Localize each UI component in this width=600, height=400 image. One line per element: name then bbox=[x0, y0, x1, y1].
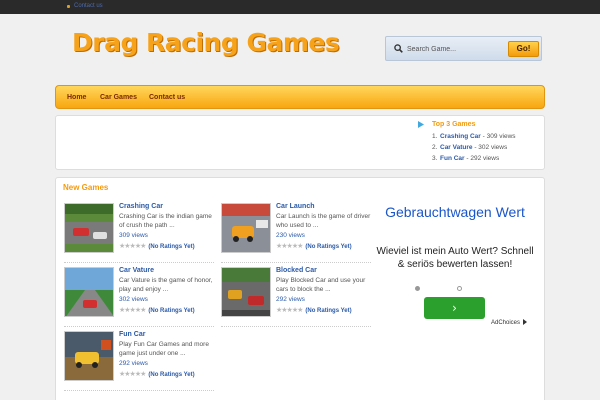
top3-views: - 292 views bbox=[464, 155, 500, 162]
game-rating: ★★★★★ (No Ratings Yet) bbox=[276, 242, 352, 250]
main-nav: Home Car Games Contact us bbox=[55, 85, 545, 109]
game-title-link[interactable]: Car Launch bbox=[276, 203, 315, 210]
game-rating: ★★★★★ (No Ratings Yet) bbox=[276, 306, 352, 314]
top3-views: - 302 views bbox=[472, 144, 508, 151]
game-card: Car Launch Car Launch is the game of dri… bbox=[221, 203, 371, 263]
search-box: Go! bbox=[385, 36, 542, 61]
nav-car-games[interactable]: Car Games bbox=[100, 94, 137, 101]
game-thumbnail[interactable] bbox=[221, 267, 271, 317]
rating-text: (No Ratings Yet) bbox=[305, 244, 352, 250]
rating-text: (No Ratings Yet) bbox=[148, 308, 195, 314]
game-title-link[interactable]: Crashing Car bbox=[119, 203, 163, 210]
adchoices-label: AdChoices bbox=[491, 320, 521, 326]
game-title-link[interactable]: Fun Car bbox=[119, 331, 145, 338]
game-views: 292 views bbox=[276, 296, 305, 303]
game-description: Play Fun Car Games and more game just un… bbox=[119, 341, 209, 357]
game-views: 292 views bbox=[119, 360, 148, 367]
carousel-dot[interactable] bbox=[457, 286, 462, 291]
ad-next-button[interactable]: › bbox=[424, 297, 485, 319]
ad-headline[interactable]: Gebrauchtwagen Wert bbox=[375, 204, 535, 221]
game-rating: ★★★★★ (No Ratings Yet) bbox=[119, 306, 195, 314]
rating-text: (No Ratings Yet) bbox=[148, 372, 195, 378]
rating-stars[interactable]: ★★★★★ bbox=[276, 306, 303, 314]
game-thumbnail[interactable] bbox=[64, 267, 114, 317]
game-card: Car Vature Car Vature is the game of hon… bbox=[64, 267, 214, 327]
new-games-title: New Games bbox=[63, 183, 109, 192]
list-item: 2. Car Vature - 302 views bbox=[432, 144, 552, 151]
list-number: 1. bbox=[432, 133, 438, 140]
rating-stars[interactable]: ★★★★★ bbox=[119, 370, 146, 378]
game-card: Crashing Car Crashing Car is the indian … bbox=[64, 203, 214, 263]
adchoices-icon[interactable] bbox=[417, 121, 425, 128]
top-contact-link[interactable]: Contact us bbox=[74, 3, 103, 9]
ad-body: Wieviel ist mein Auto Wert? Schnell & se… bbox=[376, 246, 534, 270]
bullet-icon bbox=[67, 5, 70, 8]
game-views: 309 views bbox=[119, 232, 148, 239]
search-icon bbox=[394, 44, 403, 53]
nav-contact-us[interactable]: Contact us bbox=[149, 94, 185, 101]
top-games-box: Top 3 Games 1. Crashing Car - 309 views 2… bbox=[55, 115, 545, 170]
list-number: 2. bbox=[432, 144, 438, 151]
rating-stars[interactable]: ★★★★★ bbox=[119, 242, 146, 250]
top-bar: Contact us bbox=[0, 0, 600, 14]
rating-text: (No Ratings Yet) bbox=[305, 308, 352, 314]
game-description: Car Launch is the game of driver who use… bbox=[276, 213, 371, 229]
rating-text: (No Ratings Yet) bbox=[148, 244, 195, 250]
game-title-link[interactable]: Car Vature bbox=[119, 267, 154, 274]
game-thumbnail[interactable] bbox=[64, 331, 114, 381]
advertisement: Gebrauchtwagen Wert Wieviel ist mein Aut… bbox=[375, 200, 535, 330]
game-views: 230 views bbox=[276, 232, 305, 239]
game-views: 302 views bbox=[119, 296, 148, 303]
game-card: Blocked Car Play Blocked Car and use you… bbox=[221, 267, 371, 327]
carousel-dot-active[interactable] bbox=[415, 286, 420, 291]
game-thumbnail[interactable] bbox=[221, 203, 271, 253]
top3-link[interactable]: Crashing Car bbox=[440, 133, 481, 140]
top3-link[interactable]: Car Vature bbox=[440, 144, 473, 151]
nav-home[interactable]: Home bbox=[67, 94, 86, 101]
top3-link[interactable]: Fun Car bbox=[440, 155, 465, 162]
list-item: 3. Fun Car - 292 views bbox=[432, 155, 552, 162]
game-rating: ★★★★★ (No Ratings Yet) bbox=[119, 370, 195, 378]
game-rating: ★★★★★ (No Ratings Yet) bbox=[119, 242, 195, 250]
top3-title: Top 3 Games bbox=[432, 121, 476, 128]
list-number: 3. bbox=[432, 155, 438, 162]
adchoices-icon bbox=[522, 319, 527, 325]
rating-stars[interactable]: ★★★★★ bbox=[119, 306, 146, 314]
game-card: Fun Car Play Fun Car Games and more game… bbox=[64, 331, 214, 391]
site-logo[interactable]: Drag Racing Games bbox=[72, 28, 340, 57]
game-thumbnail[interactable] bbox=[64, 203, 114, 253]
game-description: Play Blocked Car and use your cars to bl… bbox=[276, 277, 366, 293]
go-button[interactable]: Go! bbox=[508, 41, 539, 57]
ad-carousel-dots bbox=[415, 286, 465, 292]
game-title-link[interactable]: Blocked Car bbox=[276, 267, 317, 274]
game-description: Crashing Car is the indian game of crush… bbox=[119, 213, 212, 229]
list-item: 1. Crashing Car - 309 views bbox=[432, 133, 552, 140]
top3-views: - 309 views bbox=[480, 133, 516, 140]
adchoices-link[interactable]: AdChoices bbox=[491, 319, 528, 326]
rating-stars[interactable]: ★★★★★ bbox=[276, 242, 303, 250]
game-description: Car Vature is the game of honor, play an… bbox=[119, 277, 213, 293]
